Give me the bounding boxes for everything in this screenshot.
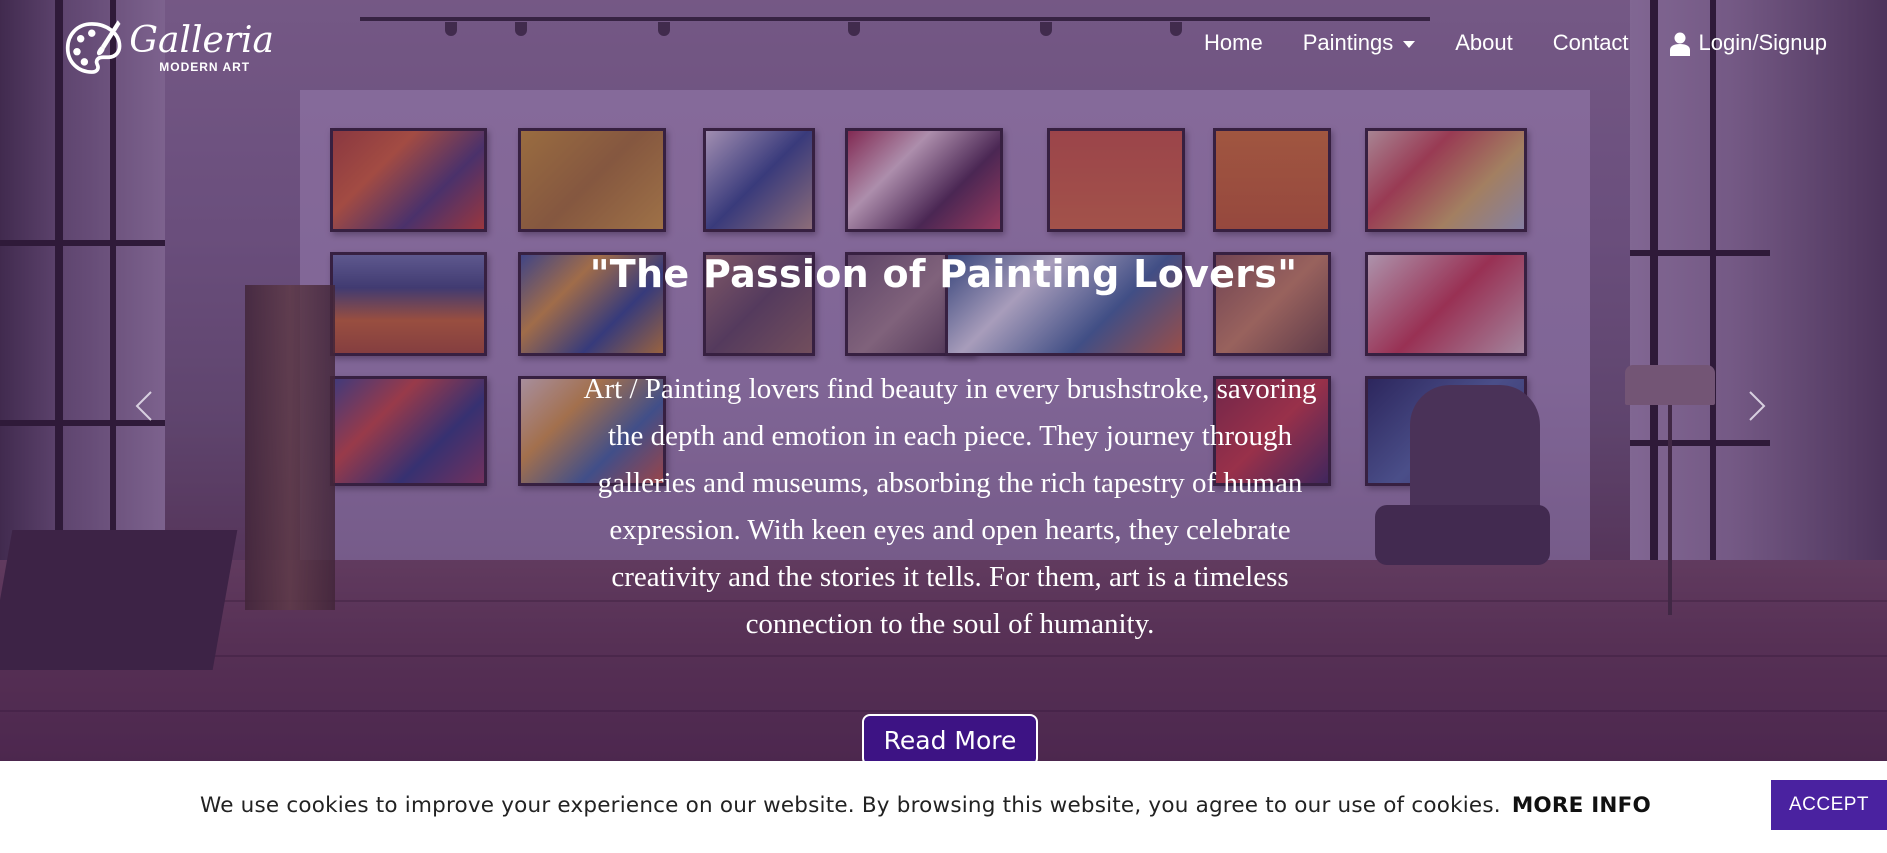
nav-contact[interactable]: Contact [1553, 30, 1629, 56]
caret-down-icon [1403, 40, 1416, 48]
read-more-button[interactable]: Read More [862, 714, 1038, 766]
login-signup-label: Login/Signup [1698, 30, 1827, 55]
nav-login-signup[interactable]: Login/Signup [1669, 30, 1827, 56]
user-icon [1669, 32, 1690, 56]
main-navigation: Home Paintings About Contact Login/Signu… [1164, 30, 1827, 56]
brand-logo[interactable]: Galleria MODERN ART [64, 14, 274, 82]
cookie-consent-bar: We use cookies to improve your experienc… [0, 761, 1887, 853]
chevron-left-icon[interactable] [134, 390, 154, 422]
carousel-title: "The Passion of Painting Lovers" [589, 252, 1298, 296]
hero-carousel: Galleria MODERN ART Home Paintings About… [0, 0, 1887, 761]
cookie-more-info-link[interactable]: MORE INFO [1512, 793, 1651, 818]
nav-home[interactable]: Home [1204, 30, 1263, 56]
chevron-right-icon[interactable] [1747, 390, 1767, 422]
logo-subtitle: MODERN ART [159, 60, 251, 74]
palette-brush-icon [65, 20, 122, 74]
nav-about[interactable]: About [1455, 30, 1513, 56]
cookie-text: We use cookies to improve your experienc… [200, 793, 1501, 818]
nav-paintings-label: Paintings [1302, 30, 1394, 55]
carousel-description: Art / Painting lovers find beauty in eve… [583, 373, 1317, 640]
cookie-message: We use cookies to improve your experienc… [200, 793, 1651, 818]
cookie-accept-button[interactable]: ACCEPT [1771, 780, 1887, 830]
logo-name: Galleria [129, 20, 274, 61]
nav-paintings-dropdown[interactable]: Paintings [1303, 30, 1416, 56]
